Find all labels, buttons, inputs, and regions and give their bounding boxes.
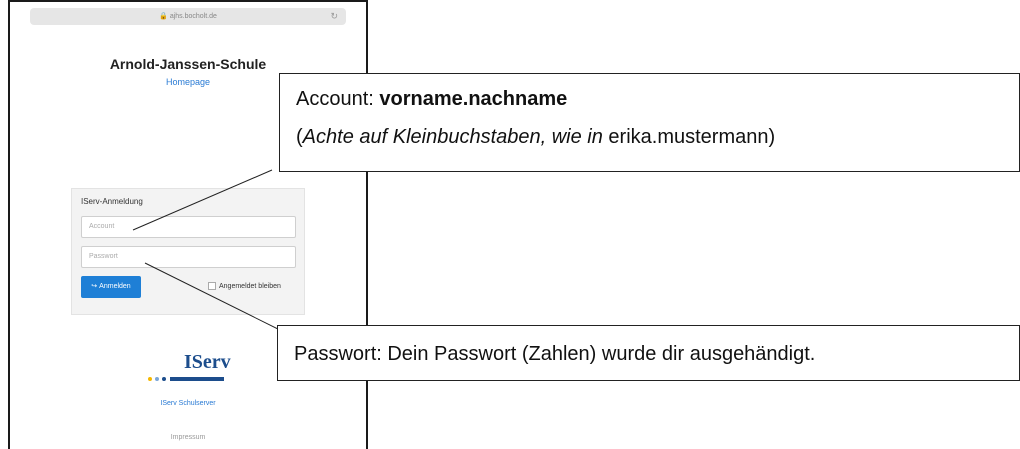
iserv-logo[interactable]: IServ <box>138 351 248 386</box>
password-callout-text: Passwort: Dein Passwort (Zahlen) wurde d… <box>294 343 816 365</box>
iserv-schulserver-link[interactable]: IServ Schulserver <box>10 400 366 407</box>
logo-underline <box>170 377 224 381</box>
remember-label: Angemeldet bleiben <box>219 282 281 290</box>
login-panel: IServ-Anmeldung Account Passwort ↪ Anmeld… <box>71 188 305 315</box>
password-input[interactable]: Passwort <box>81 246 296 268</box>
password-callout: Passwort: Dein Passwort (Zahlen) wurde d… <box>277 325 1020 381</box>
remember-me[interactable]: Angemeldet bleiben <box>208 282 281 290</box>
browser-window: 🔒 ajhs.bocholt.de ↻ Arnold-Janssen-Schule… <box>8 0 368 449</box>
lock-icon: 🔒 <box>159 13 168 20</box>
login-button-label: Anmelden <box>99 283 131 290</box>
url-text: ajhs.bocholt.de <box>169 13 217 20</box>
account-callout-example: erika.mustermann) <box>602 126 776 148</box>
account-callout: Account: vorname.nachname (Achte auf Kle… <box>279 73 1020 172</box>
login-button[interactable]: ↪ Anmelden <box>81 276 141 298</box>
account-callout-prefix: Account: <box>296 88 380 110</box>
page-title: Arnold-Janssen-Schule <box>109 56 267 72</box>
username-format: vorname.nachname <box>379 88 568 110</box>
logo-dot-1 <box>148 377 152 381</box>
logo-dot-3 <box>162 377 166 381</box>
account-callout-open: ( <box>296 126 303 148</box>
account-callout-line2: (Achte auf Kleinbuchstaben, wie in erika… <box>296 126 775 149</box>
login-heading: IServ-Anmeldung <box>81 197 143 206</box>
reload-icon[interactable]: ↻ <box>330 8 338 25</box>
logo-text: IServ <box>184 351 231 373</box>
url-bar[interactable]: 🔒 ajhs.bocholt.de ↻ <box>30 8 346 25</box>
impressum-link[interactable]: Impressum <box>10 434 366 441</box>
logo-dot-2 <box>155 377 159 381</box>
account-callout-hint: Achte auf Kleinbuchstaben, wie in <box>302 126 603 148</box>
login-icon: ↪ <box>91 283 98 290</box>
account-callout-line1: Account: vorname.nachname <box>296 88 567 111</box>
account-input[interactable]: Account <box>81 216 296 238</box>
remember-checkbox[interactable] <box>208 282 216 290</box>
